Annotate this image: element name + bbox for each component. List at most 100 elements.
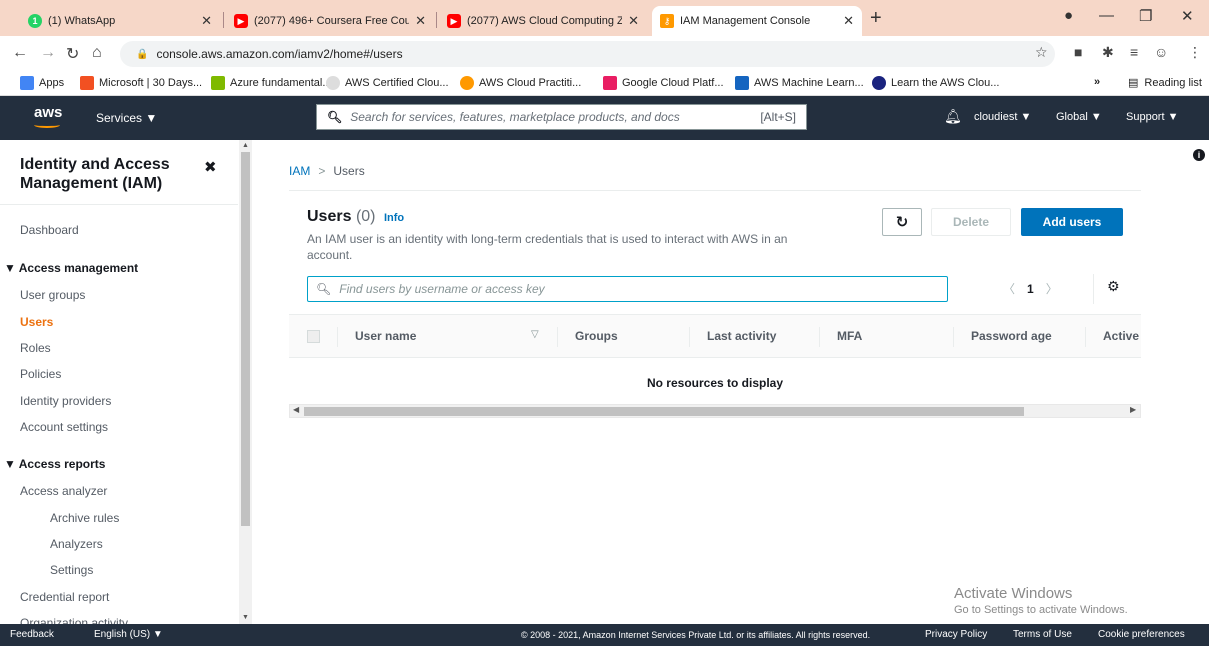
scroll-right-icon[interactable]: ▶ (1130, 405, 1136, 414)
scroll-left-icon[interactable]: ◀ (293, 405, 299, 414)
column-user-name[interactable]: User name (355, 329, 416, 343)
youtube-icon: ▶ (447, 14, 461, 28)
bookmark-apps[interactable]: Apps (20, 76, 64, 90)
sort-down-icon[interactable]: ▽ (531, 329, 539, 340)
select-all-checkbox[interactable] (307, 330, 320, 343)
minimize-icon[interactable]: — (1099, 7, 1114, 24)
services-menu[interactable]: Services ▼ (96, 111, 157, 125)
scroll-thumb[interactable] (304, 407, 1024, 416)
users-panel: Users (0) Info An IAM user is an identit… (289, 198, 1141, 359)
refresh-button[interactable]: ↻ (882, 208, 922, 236)
scroll-thumb[interactable] (241, 152, 250, 526)
info-link[interactable]: Info (384, 212, 404, 224)
bookmark-microsoft[interactable]: Microsoft | 30 Days... (80, 76, 202, 90)
url-bar[interactable]: 🔒 console.aws.amazon.com/iamv2/home#/use… (120, 41, 1055, 67)
home-icon[interactable]: ⌂ (92, 44, 102, 62)
reload-icon[interactable]: ↻ (66, 44, 79, 64)
back-icon[interactable]: ← (12, 44, 28, 62)
aws-key-icon: ⚷ (660, 14, 674, 28)
cookie-preferences-link[interactable]: Cookie preferences (1098, 629, 1185, 640)
sidebar-item-dashboard[interactable]: Dashboard (20, 223, 79, 237)
gear-icon[interactable]: ⚙ (1107, 278, 1120, 295)
table-horizontal-scrollbar[interactable]: ◀ ▶ (289, 404, 1141, 418)
sidebar-item-archive-rules[interactable]: Archive rules (50, 511, 119, 525)
bookmark-star-icon[interactable]: ☆ (1035, 44, 1048, 61)
section-label: Access reports (18, 457, 106, 471)
feedback-link[interactable]: Feedback (10, 629, 54, 640)
breadcrumb-iam[interactable]: IAM (289, 164, 310, 178)
sidebar-item-roles[interactable]: Roles (20, 341, 51, 355)
bookmark-aws-ml[interactable]: AWS Machine Learn... (735, 76, 864, 90)
bookmark-aws-certified[interactable]: AWS Certified Clou... (326, 76, 449, 90)
bookmark-google-cloud[interactable]: Google Cloud Platf... (603, 76, 724, 90)
bookmark-azure[interactable]: Azure fundamental... (211, 76, 332, 90)
more-bookmarks-icon[interactable]: » (1094, 76, 1100, 88)
info-icon[interactable]: i (1193, 149, 1205, 161)
aws-logo[interactable]: aws (34, 104, 63, 128)
column-last-activity[interactable]: Last activity (707, 329, 776, 343)
add-users-button[interactable]: Add users (1021, 208, 1123, 236)
tab-aws-course[interactable]: ▶ (2077) AWS Cloud Computing ZE ✕ (439, 6, 647, 36)
reading-mode-icon[interactable]: ≡ (1130, 44, 1138, 60)
breadcrumb-users: Users (333, 164, 365, 178)
sidebar-item-analyzers[interactable]: Analyzers (50, 537, 103, 551)
users-search-input[interactable]: 🔍︎ Find users by username or access key (307, 276, 948, 302)
column-active[interactable]: Active (1103, 329, 1141, 343)
youtube-icon: ▶ (234, 14, 248, 28)
tab-iam-console[interactable]: ⚷ IAM Management Console ✕ (652, 6, 862, 36)
page-number[interactable]: 1 (1027, 282, 1034, 296)
support-menu[interactable]: Support ▼ (1126, 111, 1178, 123)
column-groups[interactable]: Groups (575, 329, 618, 343)
next-page-icon[interactable]: 〉 (1046, 282, 1058, 296)
sidebar-item-credential-report[interactable]: Credential report (20, 590, 109, 604)
maximize-icon[interactable]: ❐ (1139, 7, 1152, 25)
close-tab-icon[interactable]: ✕ (201, 13, 212, 29)
scroll-down-icon[interactable]: ▼ (242, 614, 249, 621)
close-tab-icon[interactable]: ✕ (628, 13, 639, 29)
avatar-icon[interactable]: ☺ (1154, 44, 1168, 60)
prev-page-icon[interactable]: 〈 (1003, 282, 1015, 296)
sidebar-item-access-analyzer[interactable]: Access analyzer (20, 484, 107, 498)
sidebar-item-identity-providers[interactable]: Identity providers (20, 394, 111, 408)
tab-coursera[interactable]: ▶ (2077) 496+ Coursera Free Course ✕ (226, 6, 434, 36)
sidebar-item-user-groups[interactable]: User groups (20, 288, 85, 302)
delete-button[interactable]: Delete (931, 208, 1011, 236)
section-access-management[interactable]: ▼ Access management (4, 261, 138, 275)
aws-search-input[interactable]: 🔍︎ Search for services, features, market… (316, 104, 807, 130)
bookmark-label: AWS Cloud Practiti... (479, 77, 582, 89)
close-tab-icon[interactable]: ✕ (843, 13, 854, 29)
tab-whatsapp[interactable]: 1 (1) WhatsApp ✕ (20, 6, 220, 36)
close-window-icon[interactable]: ✕ (1181, 7, 1194, 25)
scroll-up-icon[interactable]: ▲ (242, 142, 249, 149)
account-menu[interactable]: cloudiest ▼ (974, 111, 1031, 123)
column-password-age[interactable]: Password age (971, 329, 1052, 343)
new-tab-icon[interactable]: + (870, 7, 882, 30)
menu-kebab-icon[interactable]: ⋮ (1188, 44, 1202, 61)
pagination: 〈 1 〉 (1003, 280, 1058, 297)
terms-link[interactable]: Terms of Use (1013, 629, 1072, 640)
close-icon[interactable]: ✖ (204, 158, 217, 176)
bell-icon[interactable]: 🔔︎ (944, 108, 962, 125)
bookmark-aws-practitioner[interactable]: AWS Cloud Practiti... (460, 76, 581, 90)
bookmark-learn-aws[interactable]: Learn the AWS Clou... (872, 76, 999, 90)
privacy-policy-link[interactable]: Privacy Policy (925, 629, 987, 640)
extensions-puzzle-icon[interactable]: ✱ (1102, 44, 1114, 61)
profile-icon[interactable]: ● (1064, 7, 1073, 24)
breadcrumb: IAM > Users (289, 164, 365, 178)
column-mfa[interactable]: MFA (837, 329, 862, 343)
section-access-reports[interactable]: ▼ Access reports (4, 457, 105, 471)
sidebar-scrollbar[interactable]: ▲ ▼ (239, 140, 252, 624)
language-select[interactable]: English (US) ▼ (94, 629, 163, 640)
sidebar-item-account-settings[interactable]: Account settings (20, 420, 108, 434)
sidebar-item-policies[interactable]: Policies (20, 367, 61, 381)
sidebar-item-organization-activity[interactable]: Organization activity (20, 616, 128, 624)
sidebar-item-users[interactable]: Users (20, 315, 53, 329)
sidebar-item-settings[interactable]: Settings (50, 563, 93, 577)
region-menu[interactable]: Global ▼ (1056, 111, 1102, 123)
close-tab-icon[interactable]: ✕ (415, 13, 426, 29)
aws-logo-text: aws (34, 104, 63, 121)
reading-list[interactable]: ▤ Reading list (1128, 76, 1202, 90)
table-header: User name ▽ Groups Last activity MFA Pas… (289, 314, 1141, 358)
forward-icon[interactable]: → (40, 44, 56, 62)
extension-icon[interactable]: ■ (1074, 44, 1082, 60)
